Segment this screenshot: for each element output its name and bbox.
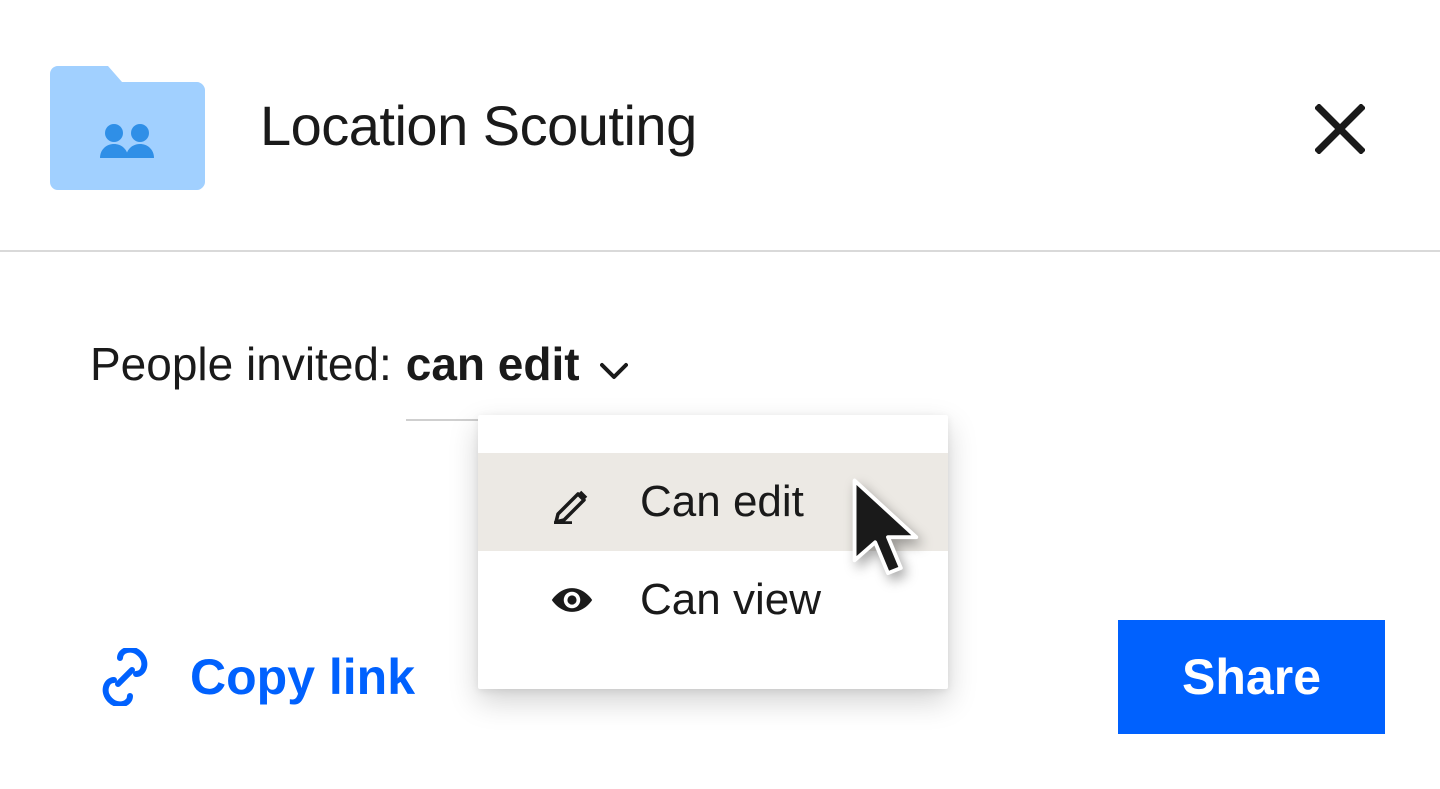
permission-dropdown-trigger[interactable]: can edit: [406, 337, 636, 421]
permission-selected-text: can edit: [406, 337, 580, 391]
permission-option-can-edit[interactable]: Can edit: [478, 453, 948, 551]
shared-folder-icon: [50, 60, 205, 190]
dialog-body: People invited: can edit: [0, 252, 1440, 421]
permission-option-label: Can view: [640, 575, 821, 625]
chevron-down-icon: [600, 362, 628, 380]
permission-option-label: Can edit: [640, 477, 804, 527]
share-button-label: Share: [1182, 649, 1321, 705]
invite-row: People invited: can edit: [90, 337, 1350, 421]
eye-icon: [546, 578, 598, 622]
link-icon: [100, 648, 150, 706]
share-dialog: Location Scouting People invited: can ed…: [0, 0, 1440, 789]
copy-link-label: Copy link: [190, 648, 415, 706]
pencil-icon: [546, 480, 598, 524]
invite-label: People invited:: [90, 337, 392, 391]
folder-title: Location Scouting: [260, 93, 697, 158]
share-button[interactable]: Share: [1118, 620, 1385, 734]
close-button[interactable]: [1315, 105, 1365, 155]
dialog-footer: Copy link Share: [0, 620, 1440, 734]
copy-link-button[interactable]: Copy link: [100, 648, 415, 706]
close-icon: [1315, 104, 1365, 157]
dialog-header: Location Scouting: [0, 0, 1440, 252]
